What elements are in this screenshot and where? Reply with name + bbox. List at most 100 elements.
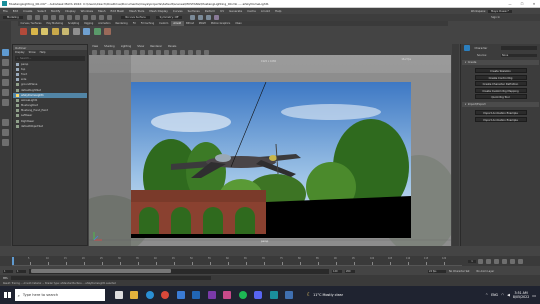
playhead[interactable] <box>12 257 14 265</box>
go-end-icon[interactable] <box>517 258 523 264</box>
area-light-icon[interactable] <box>41 27 48 35</box>
save-icon[interactable] <box>34 15 40 20</box>
viewport-menu-show[interactable]: Show <box>137 45 144 48</box>
mel-label[interactable]: MEL <box>3 277 8 280</box>
step-back-icon[interactable] <box>485 258 491 264</box>
menu-item-deform[interactable]: Deform <box>205 9 215 13</box>
range-handle[interactable] <box>31 269 171 273</box>
snap-curve-icon[interactable] <box>90 15 96 20</box>
minimize-button[interactable]: — <box>504 2 516 6</box>
char-set-select[interactable]: No Character Set <box>449 270 470 273</box>
character-button-create-control-rig[interactable]: Create Control Rig <box>474 74 527 80</box>
exposure-icon[interactable] <box>196 49 201 55</box>
weather-widget[interactable]: ☾ 11°C Mostly clear <box>307 292 343 298</box>
windows-start-icon[interactable] <box>4 291 11 299</box>
maximize-button[interactable]: ☐ <box>516 2 528 6</box>
close-button[interactable]: ✕ <box>528 2 540 6</box>
photos-icon[interactable] <box>223 291 232 299</box>
gamma-icon[interactable] <box>204 49 209 55</box>
range-start-field[interactable]: 1 <box>3 269 13 273</box>
render-settings-icon[interactable] <box>206 15 212 20</box>
sign-in-button[interactable]: Sign In <box>491 16 500 19</box>
standin-icon[interactable] <box>93 27 101 35</box>
menu-item-help[interactable]: Help <box>275 9 281 13</box>
menu-item-mesh-display[interactable]: Mesh Display <box>149 9 168 13</box>
viewport-canvas[interactable]: 1920 x 1080 persp 16.2 fps <box>89 55 451 246</box>
character-button-create-skeleton[interactable]: Create Skeleton <box>474 68 527 73</box>
undo-icon[interactable] <box>42 15 48 20</box>
range-slider[interactable] <box>29 268 329 274</box>
current-frame-field[interactable]: 1 <box>468 259 476 263</box>
scale-tool-icon[interactable] <box>2 99 9 106</box>
onenote-icon[interactable] <box>207 291 216 299</box>
select-object-icon[interactable] <box>66 15 72 20</box>
hypershade-icon[interactable] <box>214 15 220 20</box>
tray-chevron-icon[interactable]: ^ <box>485 293 488 297</box>
menu-item-create[interactable]: Create <box>23 9 32 13</box>
lang-indicator[interactable]: ENG <box>491 293 498 297</box>
clock[interactable]: 3:51 AM 8/05/2022 <box>513 291 529 299</box>
menu-item-mesh[interactable]: Mesh <box>98 9 105 13</box>
snap-point-icon[interactable] <box>98 15 104 20</box>
lasso-tool-icon[interactable] <box>2 59 9 66</box>
mail-icon[interactable] <box>192 291 201 299</box>
textured-icon[interactable] <box>156 49 161 55</box>
menu-item-windows[interactable]: Windows <box>81 9 94 13</box>
snap-view-icon[interactable] <box>106 15 112 20</box>
xray-icon[interactable] <box>188 49 193 55</box>
menu-item-uv[interactable]: UV <box>220 9 224 13</box>
outliner-menu-show[interactable]: Show <box>29 51 36 54</box>
timeline[interactable]: 5 10 15 20 25 30 35 40 45 50 55 60 65 70 75 80 85 90 95 100… <box>0 256 540 266</box>
outliner-search[interactable]: ⌕ Search... <box>15 55 85 61</box>
menu-item-arnold[interactable]: Arnold <box>261 9 270 13</box>
taskbar-search-input[interactable]: Type here to search <box>23 293 58 297</box>
snap-grid-icon[interactable] <box>82 15 88 20</box>
volume-icon[interactable]: ◀ <box>507 293 510 297</box>
rotate-tool-icon[interactable] <box>2 89 9 96</box>
resolution-gate-icon[interactable] <box>132 49 137 55</box>
menu-item-curves[interactable]: Curves <box>173 9 183 13</box>
menu-item-modify[interactable]: Modify <box>51 9 60 13</box>
edge-icon[interactable] <box>145 291 154 299</box>
mesh-light-icon[interactable] <box>51 27 59 35</box>
mode-select[interactable]: Modeling <box>3 16 23 19</box>
go-start-icon[interactable] <box>477 258 483 264</box>
viewport-menu-panels[interactable]: Panels <box>168 45 176 48</box>
fps-select[interactable]: 24 fps <box>428 269 446 273</box>
use-all-lights-icon[interactable] <box>164 49 169 55</box>
viewport-menu-renderer[interactable]: Renderer <box>150 45 162 48</box>
image-plane-icon[interactable] <box>100 49 105 55</box>
physical-sky-icon[interactable] <box>83 27 90 35</box>
camera-icon[interactable] <box>92 49 97 55</box>
range-min-field[interactable]: 1 <box>16 269 26 273</box>
maya-taskbar-icon[interactable] <box>269 291 278 299</box>
task-view-icon[interactable] <box>114 291 123 299</box>
menu-item-display[interactable]: Display <box>65 9 75 13</box>
wifi-icon[interactable]: ◠ <box>501 293 504 297</box>
outliner-menu-display[interactable]: Display <box>15 51 25 54</box>
file-explorer-icon[interactable] <box>130 291 139 299</box>
layout-icon[interactable] <box>2 139 9 146</box>
import-button-1[interactable]: Import Animation Example <box>474 116 527 122</box>
discord-icon[interactable] <box>254 291 263 299</box>
notification-icon[interactable]: ▭ <box>532 293 536 298</box>
redo-icon[interactable] <box>50 15 56 20</box>
folder-icon[interactable] <box>26 15 32 20</box>
menu-item-select[interactable]: Select <box>37 9 46 13</box>
taskbar-search[interactable]: ⌕ Type here to search <box>14 289 105 301</box>
menu-item-generate[interactable]: Generate <box>229 9 242 13</box>
step-forward-icon[interactable] <box>509 258 515 264</box>
anim-layer-select[interactable]: No Anim Layer <box>477 270 495 273</box>
paint-select-icon[interactable] <box>2 69 9 76</box>
menu-item-edit-mesh[interactable]: Edit Mesh <box>111 9 125 13</box>
photometric-light-icon[interactable] <box>62 27 69 35</box>
single-view-icon[interactable] <box>2 119 9 126</box>
import-button-0[interactable]: Import Animation Example <box>474 110 527 115</box>
viewport-menu-lighting[interactable]: Lighting <box>121 45 131 48</box>
bookmark-icon[interactable] <box>108 49 113 55</box>
character-button-create-character-definition[interactable]: Create Character Definition <box>474 81 527 86</box>
live-surface-field[interactable]: No Live Surface <box>121 16 150 19</box>
range-end-field[interactable]: 120 <box>332 269 342 273</box>
select-component-icon[interactable] <box>74 15 80 20</box>
spotify-icon[interactable] <box>238 291 247 299</box>
